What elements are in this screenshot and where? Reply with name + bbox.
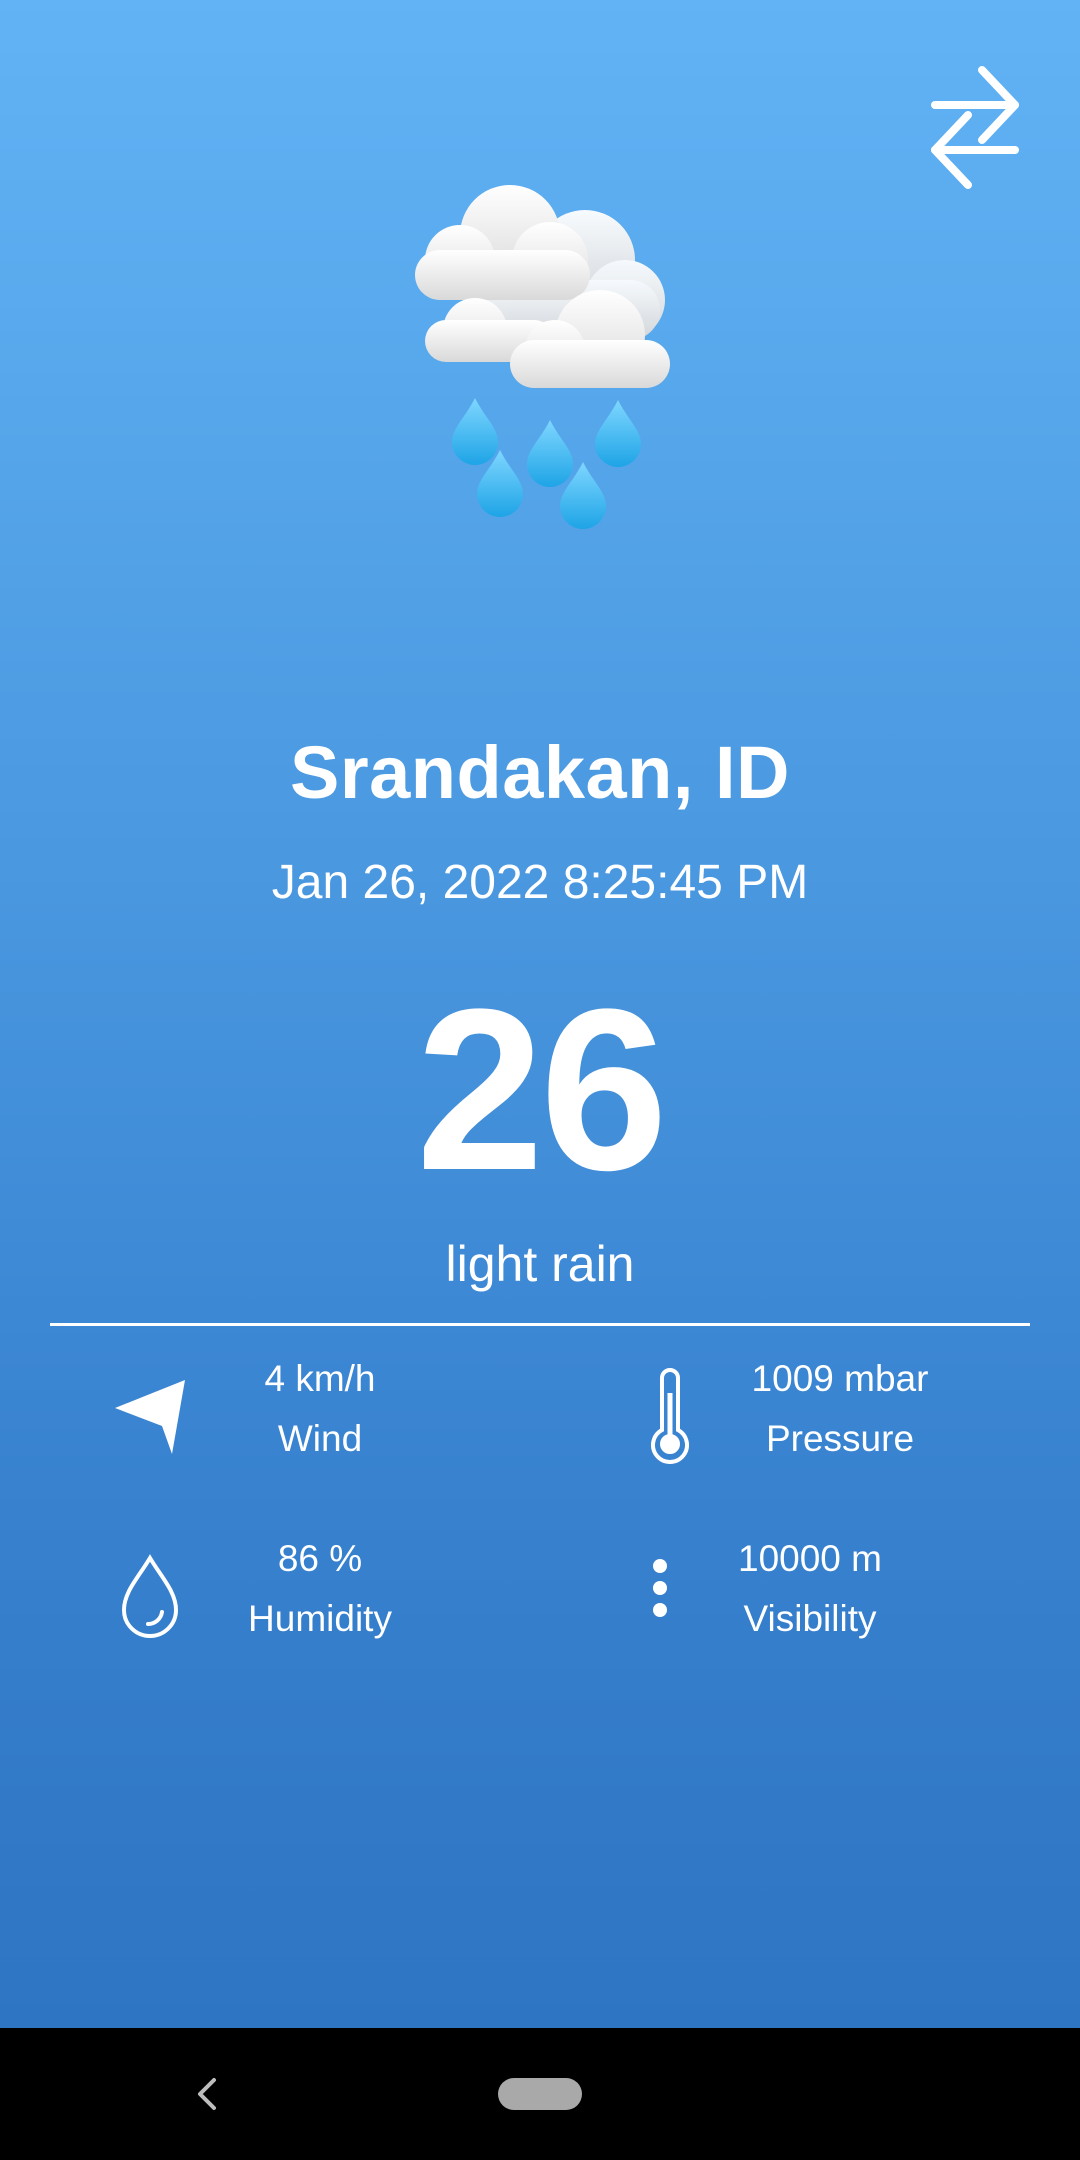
- visibility-label: Visibility: [743, 1598, 877, 1639]
- humidity-stat: 86 % Humidity: [110, 1538, 590, 1678]
- temperature-value: 26: [416, 961, 668, 1218]
- thermometer-icon: [651, 1368, 689, 1464]
- water-drop-icon: [121, 1554, 179, 1638]
- city-name: Srandakan, ID: [289, 731, 790, 814]
- divider: [50, 1323, 1030, 1326]
- home-pill-icon[interactable]: [498, 2078, 582, 2110]
- humidity-value: 86 %: [277, 1538, 363, 1579]
- weather-condition: light rain: [445, 1236, 635, 1292]
- pressure-label: Pressure: [765, 1418, 915, 1459]
- back-chevron-icon[interactable]: [188, 2074, 228, 2114]
- navigation-arrow-icon: [115, 1380, 185, 1454]
- pressure-stat: 1009 mbar Pressure: [620, 1358, 1080, 1498]
- weather-screen: Srandakan, ID Jan 26, 2022 8:25:45 PM 26…: [0, 0, 1080, 2160]
- date-time: Jan 26, 2022 8:25:45 PM: [271, 856, 809, 909]
- swap-arrows-icon: [931, 66, 1019, 189]
- humidity-label: Humidity: [248, 1598, 392, 1639]
- visibility-stat: 10000 m Visibility: [620, 1538, 1080, 1678]
- wind-value: 4 km/h: [264, 1358, 376, 1399]
- wind-label: Wind: [277, 1418, 363, 1459]
- visibility-value: 10000 m: [738, 1538, 882, 1579]
- pressure-value: 1009 mbar: [751, 1358, 929, 1399]
- cloud-rain-icon: [400, 170, 680, 540]
- wind-stat: 4 km/h Wind: [110, 1358, 590, 1498]
- swap-arrows-button[interactable]: [920, 45, 1030, 195]
- system-nav-bar: [0, 2028, 1080, 2160]
